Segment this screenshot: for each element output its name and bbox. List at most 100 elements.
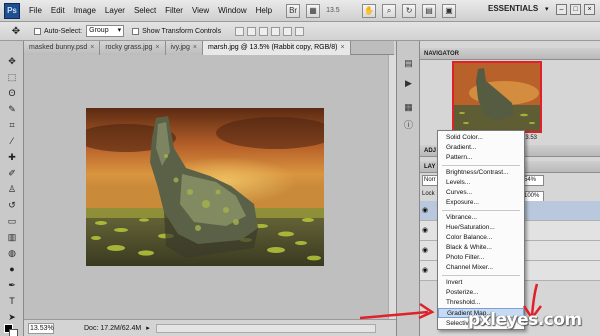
menu-item-levels[interactable]: Levels... xyxy=(438,178,524,188)
menu-image[interactable]: Image xyxy=(74,6,96,15)
menu-item-exposure[interactable]: Exposure... xyxy=(438,198,524,208)
menu-item-gradient[interactable]: Gradient... xyxy=(438,143,524,153)
tools-panel: ✥ ⬚ ʘ ✎ ⌗ ⁄ ✚ ✐ ♙ ↺ ▭ ▥ ◍ ● ✒ T ➤ xyxy=(0,41,24,336)
tab-label: ivy.jpg xyxy=(170,44,190,51)
menu-item-threshold[interactable]: Threshold... xyxy=(438,298,524,308)
menu-item-brightness-contrast[interactable]: Brightness/Contrast... xyxy=(438,168,524,178)
align-bottom-icon[interactable] xyxy=(259,26,269,36)
crop-tool-icon[interactable]: ⌗ xyxy=(4,119,20,132)
canvas-area[interactable] xyxy=(24,55,394,319)
arrange-documents-icon[interactable]: ▤ xyxy=(422,3,437,18)
navigator-panel-title[interactable]: NAVIGATOR xyxy=(420,48,600,60)
background-color-swatch[interactable] xyxy=(9,329,18,336)
menu-filter[interactable]: Filter xyxy=(165,6,183,15)
align-left-icon[interactable] xyxy=(271,26,281,36)
menu-item-color-balance[interactable]: Color Balance... xyxy=(438,233,524,243)
opacity-field[interactable]: 54% xyxy=(522,175,544,186)
clone-stamp-tool-icon[interactable]: ♙ xyxy=(4,183,20,196)
photoshop-logo-icon: Ps xyxy=(4,2,20,19)
eraser-tool-icon[interactable]: ▭ xyxy=(4,215,20,228)
menu-item-channel-mixer[interactable]: Channel Mixer... xyxy=(438,263,524,273)
tab-ivy[interactable]: ivy.jpg × xyxy=(165,41,203,55)
chevron-down-icon[interactable]: ▾ xyxy=(545,5,549,13)
view-extras-icon[interactable]: ▦ xyxy=(306,3,321,18)
horizontal-scrollbar[interactable] xyxy=(155,323,376,333)
menu-item-posterize[interactable]: Posterize... xyxy=(438,288,524,298)
history-brush-tool-icon[interactable]: ↺ xyxy=(4,199,20,212)
marquee-tool-icon[interactable]: ⬚ xyxy=(4,71,20,84)
options-bar: ✥ Auto-Select: Group Show Transform Cont… xyxy=(0,22,600,41)
move-icon[interactable]: ✥ xyxy=(6,24,26,39)
app-bar-tools: Br ▦ 13.5 ✋ ⌕ ↻ ▤ ▣ xyxy=(286,3,457,18)
gradient-tool-icon[interactable]: ▥ xyxy=(4,231,20,244)
tab-masked-bunny[interactable]: masked bunny.psd × xyxy=(24,41,101,55)
close-icon[interactable]: × xyxy=(193,44,197,51)
menu-item-pattern[interactable]: Pattern... xyxy=(438,153,524,163)
menu-item-vibrance[interactable]: Vibrance... xyxy=(438,213,524,223)
type-tool-icon[interactable]: T xyxy=(4,295,20,308)
eye-icon[interactable]: ◉ xyxy=(422,206,430,214)
path-select-tool-icon[interactable]: ➤ xyxy=(4,311,20,324)
navigator-thumbnail[interactable] xyxy=(452,61,542,133)
menu-item-black-white[interactable]: Black & White... xyxy=(438,243,524,253)
menu-item-solid-color[interactable]: Solid Color... xyxy=(438,133,524,143)
menu-view[interactable]: View xyxy=(192,6,209,15)
status-zoom-field[interactable]: 13.53% xyxy=(28,322,54,334)
menu-window[interactable]: Window xyxy=(218,6,246,15)
tab-rocky-grass[interactable]: rocky grass.jpg × xyxy=(100,41,166,55)
zoom-level-display[interactable]: 13.5 xyxy=(326,7,356,14)
align-top-icon[interactable] xyxy=(235,26,245,36)
pen-tool-icon[interactable]: ✒ xyxy=(4,279,20,292)
maximize-button[interactable]: □ xyxy=(570,4,581,15)
auto-select-checkbox[interactable] xyxy=(34,27,41,35)
show-transform-checkbox[interactable] xyxy=(132,27,140,35)
hand-icon[interactable]: ✋ xyxy=(362,3,377,18)
menu-item-photo-filter[interactable]: Photo Filter... xyxy=(438,253,524,263)
status-menu-arrow-icon[interactable]: ▸ xyxy=(146,324,150,332)
rotate-view-icon[interactable]: ↻ xyxy=(402,3,417,18)
lasso-tool-icon[interactable]: ʘ xyxy=(4,87,20,100)
dodge-tool-icon[interactable]: ● xyxy=(4,263,20,276)
menu-select[interactable]: Select xyxy=(134,6,156,15)
bridge-icon[interactable]: Br xyxy=(286,3,301,18)
minimize-button[interactable]: – xyxy=(556,4,567,15)
eye-icon[interactable]: ◉ xyxy=(422,266,430,274)
close-icon[interactable]: × xyxy=(155,44,159,51)
swatches-panel-icon[interactable]: ▦ xyxy=(402,101,415,114)
adjustment-layer-menu: Solid Color... Gradient... Pattern... Br… xyxy=(437,130,525,330)
screen-mode-icon[interactable]: ▣ xyxy=(442,3,457,18)
menu-item-curves[interactable]: Curves... xyxy=(438,188,524,198)
eyedropper-tool-icon[interactable]: ⁄ xyxy=(4,135,20,148)
lock-label: Lock xyxy=(422,191,435,197)
brush-tool-icon[interactable]: ✐ xyxy=(4,167,20,180)
move-tool-icon[interactable]: ✥ xyxy=(4,55,20,68)
close-button[interactable]: × xyxy=(584,4,595,15)
eye-icon[interactable]: ◉ xyxy=(422,226,430,234)
close-icon[interactable]: × xyxy=(90,44,94,51)
align-right-icon[interactable] xyxy=(295,26,305,36)
quick-select-tool-icon[interactable]: ✎ xyxy=(4,103,20,116)
workspace-switcher[interactable]: ESSENTIALS xyxy=(488,4,538,13)
align-center-icon[interactable] xyxy=(283,26,293,36)
menu-layer[interactable]: Layer xyxy=(105,6,125,15)
menu-edit[interactable]: Edit xyxy=(51,6,65,15)
menu-help[interactable]: Help xyxy=(256,6,272,15)
tab-marsh[interactable]: marsh.jpg @ 13.5% (Rabbit copy, RGB/8) × xyxy=(202,41,351,55)
menu-file[interactable]: File xyxy=(29,6,42,15)
actions-panel-icon[interactable]: ▶ xyxy=(402,77,415,90)
close-icon[interactable]: × xyxy=(340,44,344,51)
vertical-scrollbar[interactable] xyxy=(388,55,396,319)
menu-item-hue-saturation[interactable]: Hue/Saturation... xyxy=(438,223,524,233)
doc-size-info: Doc: 17.2M/62.4M xyxy=(84,324,142,332)
blur-tool-icon[interactable]: ◍ xyxy=(4,247,20,260)
healing-tool-icon[interactable]: ✚ xyxy=(4,151,20,164)
eye-icon[interactable]: ◉ xyxy=(422,246,430,254)
menu-separator xyxy=(442,210,520,211)
align-middle-icon[interactable] xyxy=(247,26,257,36)
zoom-icon[interactable]: ⌕ xyxy=(382,3,397,18)
auto-select-dropdown[interactable]: Group xyxy=(86,25,125,37)
info-panel-icon[interactable]: ⓘ xyxy=(402,119,415,132)
document-image[interactable] xyxy=(86,108,324,266)
history-panel-icon[interactable]: ▤ xyxy=(402,57,415,70)
menu-item-invert[interactable]: Invert xyxy=(438,278,524,288)
